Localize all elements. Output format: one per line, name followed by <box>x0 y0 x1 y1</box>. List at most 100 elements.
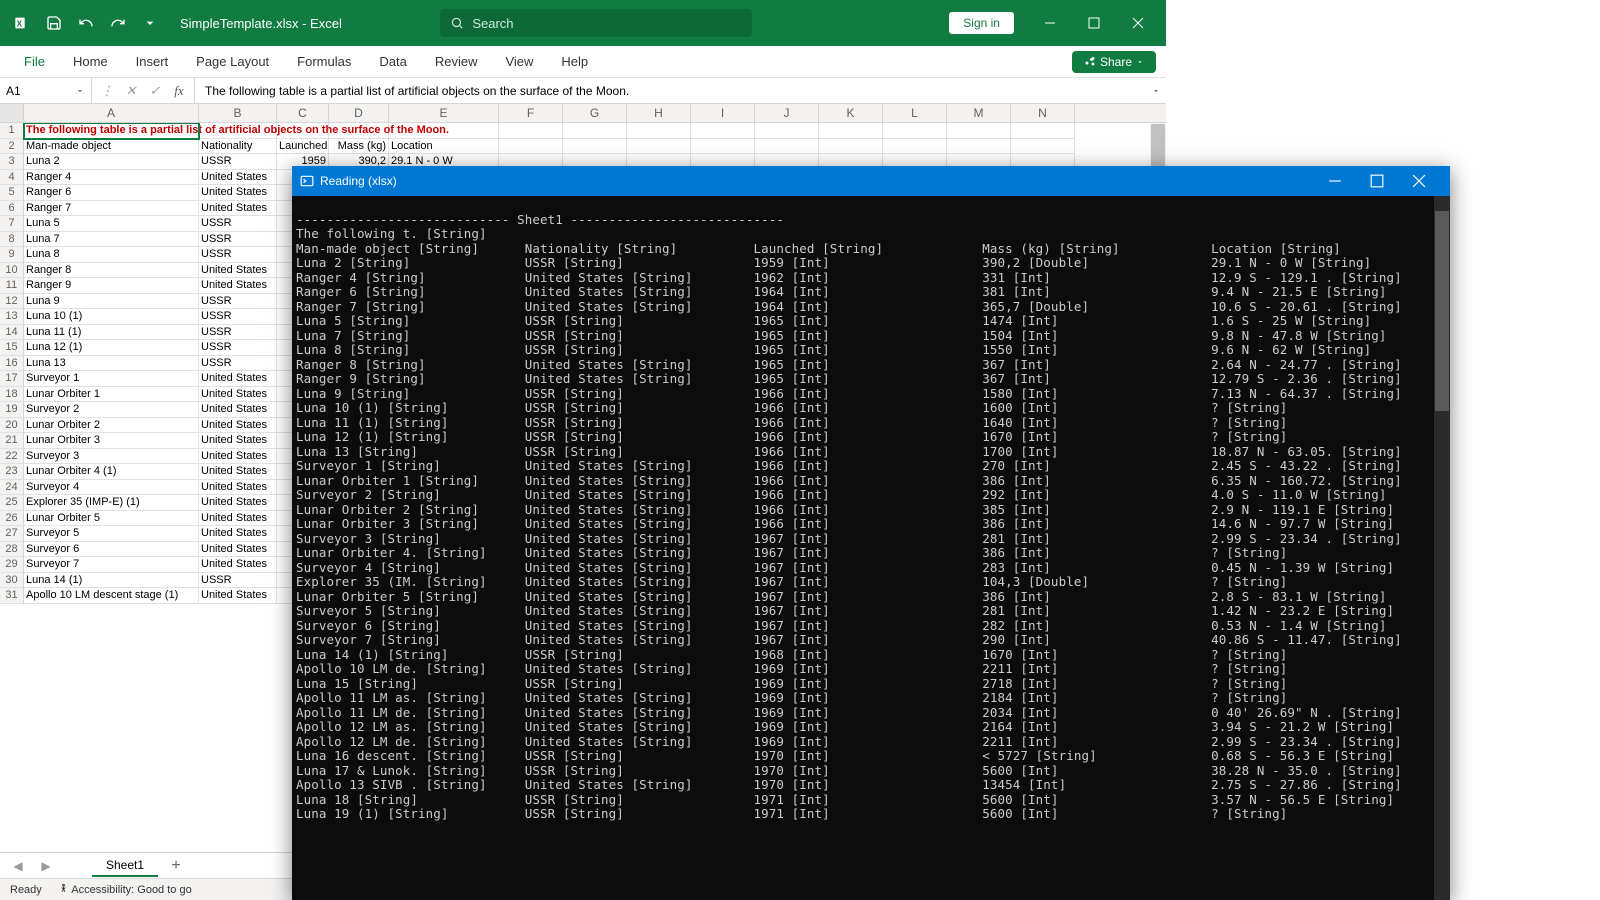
row-header[interactable]: 29 <box>0 557 24 573</box>
tab-page-layout[interactable]: Page Layout <box>182 48 283 75</box>
row-header[interactable]: 14 <box>0 325 24 341</box>
cell[interactable] <box>499 139 563 155</box>
sheet-tab[interactable]: Sheet1 <box>92 855 158 877</box>
sheet-prev-icon[interactable]: ◀ <box>8 856 28 876</box>
tab-insert[interactable]: Insert <box>122 48 183 75</box>
cell[interactable]: Luna 2 <box>24 154 199 170</box>
cell[interactable]: Surveyor 3 <box>24 449 199 465</box>
cell[interactable] <box>563 123 627 139</box>
row-header[interactable]: 8 <box>0 232 24 248</box>
cell[interactable]: Luna 11 (1) <box>24 325 199 341</box>
save-icon[interactable] <box>40 9 68 37</box>
select-all-corner[interactable] <box>0 104 24 122</box>
cell[interactable]: Surveyor 1 <box>24 371 199 387</box>
col-header-J[interactable]: J <box>755 104 819 122</box>
cell[interactable]: Luna 7 <box>24 232 199 248</box>
cell[interactable] <box>883 123 947 139</box>
cell[interactable]: Luna 13 <box>24 356 199 372</box>
formula-dropdown-icon[interactable]: ⋮ <box>96 80 118 102</box>
row-header[interactable]: 28 <box>0 542 24 558</box>
cell[interactable]: Ranger 7 <box>24 201 199 217</box>
cell[interactable]: Location <box>389 139 499 155</box>
cell[interactable]: Nationality <box>199 139 277 155</box>
share-button[interactable]: Share <box>1072 51 1156 73</box>
cell[interactable]: Luna 8 <box>24 247 199 263</box>
terminal-close-button[interactable] <box>1402 167 1442 195</box>
cell[interactable]: Luna 12 (1) <box>24 340 199 356</box>
cell[interactable]: United States <box>199 511 277 527</box>
cell[interactable]: USSR <box>199 154 277 170</box>
cell[interactable] <box>883 139 947 155</box>
cell[interactable]: Luna 9 <box>24 294 199 310</box>
col-header-G[interactable]: G <box>563 104 627 122</box>
cell[interactable]: United States <box>199 526 277 542</box>
tab-home[interactable]: Home <box>59 48 122 75</box>
maximize-button[interactable] <box>1074 9 1114 37</box>
row-header[interactable]: 18 <box>0 387 24 403</box>
row-header[interactable]: 24 <box>0 480 24 496</box>
col-header-B[interactable]: B <box>199 104 277 122</box>
cell[interactable] <box>755 139 819 155</box>
minimize-button[interactable] <box>1030 9 1070 37</box>
cell[interactable]: The following table is a partial list of… <box>24 123 199 139</box>
cell[interactable] <box>947 123 1011 139</box>
terminal-output[interactable]: ---------------------------- Sheet1 ----… <box>292 196 1450 900</box>
cell[interactable]: USSR <box>199 325 277 341</box>
row-header[interactable]: 1 <box>0 123 24 139</box>
cell[interactable]: Luna 5 <box>24 216 199 232</box>
cell[interactable] <box>627 123 691 139</box>
cell[interactable]: United States <box>199 433 277 449</box>
row-header[interactable]: 3 <box>0 154 24 170</box>
cell[interactable]: USSR <box>199 309 277 325</box>
cell[interactable]: Surveyor 2 <box>24 402 199 418</box>
terminal-minimize-button[interactable] <box>1318 167 1358 195</box>
row-header[interactable]: 21 <box>0 433 24 449</box>
formula-expand-icon[interactable] <box>1146 86 1166 96</box>
cell[interactable]: Surveyor 5 <box>24 526 199 542</box>
row-header[interactable]: 6 <box>0 201 24 217</box>
cell[interactable]: United States <box>199 588 277 604</box>
cell[interactable]: USSR <box>199 356 277 372</box>
redo-icon[interactable] <box>104 9 132 37</box>
cell[interactable]: United States <box>199 278 277 294</box>
cell[interactable]: United States <box>199 371 277 387</box>
cell[interactable]: USSR <box>199 573 277 589</box>
cell[interactable]: Lunar Orbiter 4 (1) <box>24 464 199 480</box>
cell[interactable] <box>947 139 1011 155</box>
cell[interactable]: USSR <box>199 232 277 248</box>
tab-view[interactable]: View <box>491 48 547 75</box>
cell[interactable]: United States <box>199 418 277 434</box>
cell[interactable]: United States <box>199 170 277 186</box>
row-header[interactable]: 2 <box>0 139 24 155</box>
cell[interactable]: Apollo 10 LM descent stage (1) <box>24 588 199 604</box>
row-header[interactable]: 20 <box>0 418 24 434</box>
col-header-L[interactable]: L <box>883 104 947 122</box>
search-input[interactable]: Search <box>440 9 752 37</box>
cell[interactable]: Mass (kg) <box>329 139 389 155</box>
row-header[interactable]: 12 <box>0 294 24 310</box>
cell[interactable]: USSR <box>199 294 277 310</box>
cell[interactable]: Ranger 9 <box>24 278 199 294</box>
formula-input[interactable]: The following table is a partial list of… <box>194 78 1146 103</box>
row-header[interactable]: 25 <box>0 495 24 511</box>
tab-file[interactable]: File <box>10 48 59 75</box>
cell[interactable]: Ranger 4 <box>24 170 199 186</box>
cell[interactable]: United States <box>199 480 277 496</box>
row-header[interactable]: 7 <box>0 216 24 232</box>
row-header[interactable]: 30 <box>0 573 24 589</box>
cell[interactable]: Surveyor 6 <box>24 542 199 558</box>
col-header-A[interactable]: A <box>24 104 199 122</box>
cell[interactable]: Lunar Orbiter 2 <box>24 418 199 434</box>
cell[interactable]: Luna 10 (1) <box>24 309 199 325</box>
cell[interactable] <box>1011 123 1075 139</box>
cell[interactable]: Lunar Orbiter 1 <box>24 387 199 403</box>
cell[interactable]: Luna 14 (1) <box>24 573 199 589</box>
cell[interactable] <box>755 123 819 139</box>
row-header[interactable]: 4 <box>0 170 24 186</box>
col-header-H[interactable]: H <box>627 104 691 122</box>
row-header[interactable]: 17 <box>0 371 24 387</box>
row-header[interactable]: 19 <box>0 402 24 418</box>
cell[interactable]: United States <box>199 495 277 511</box>
cell[interactable]: Ranger 6 <box>24 185 199 201</box>
cell[interactable]: Launched <box>277 139 329 155</box>
